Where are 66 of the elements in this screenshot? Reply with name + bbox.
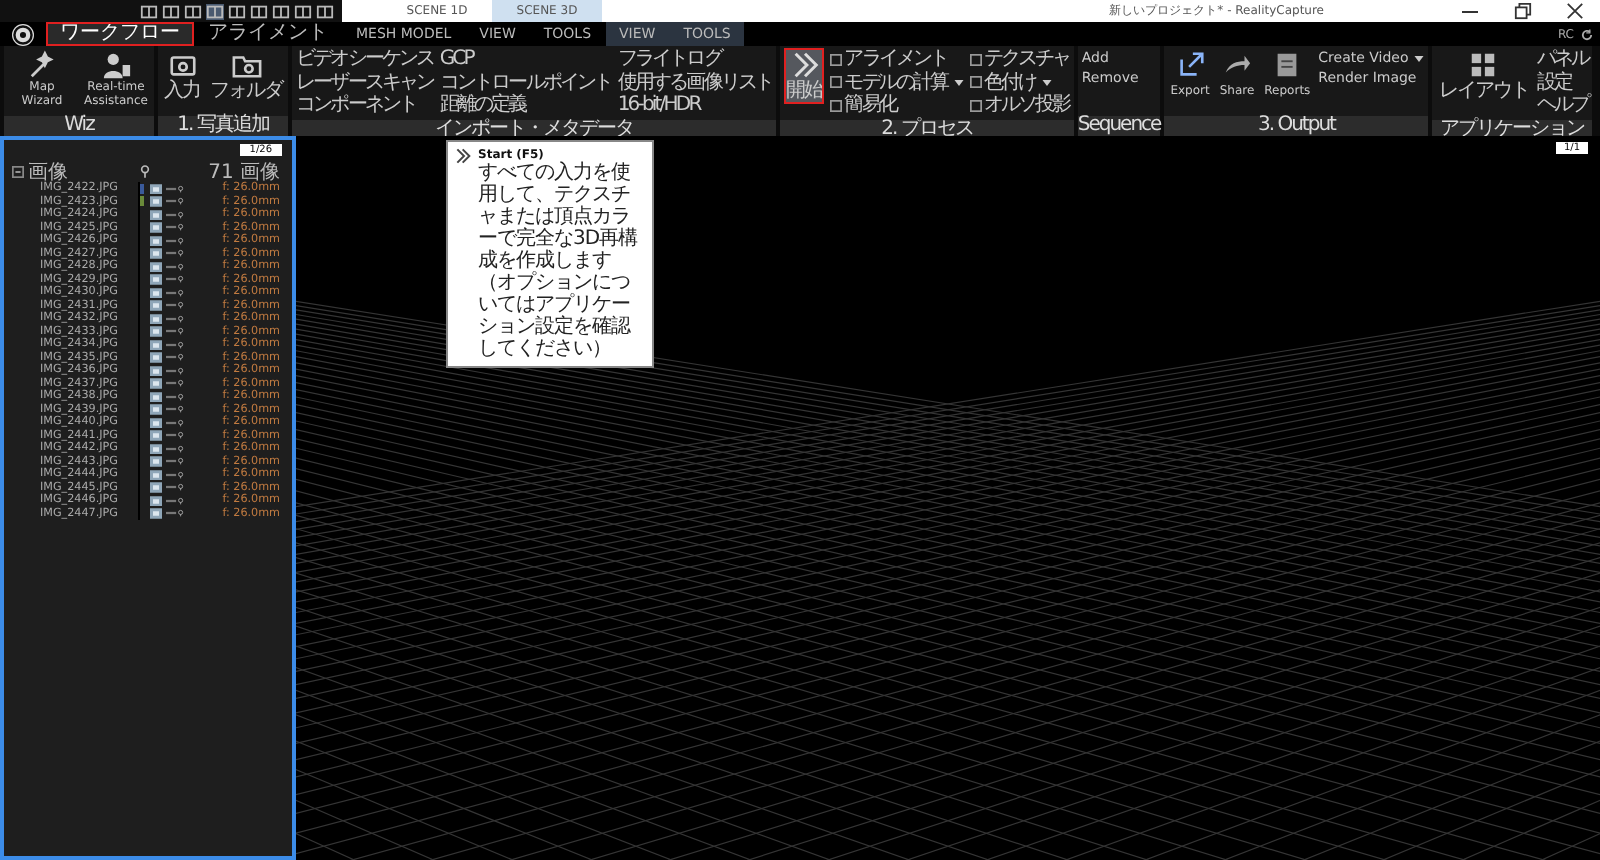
caret-icon — [953, 79, 964, 86]
caret-icon — [1414, 55, 1425, 61]
close-icon — [1565, 2, 1583, 20]
caret-icon — [1041, 79, 1052, 86]
square-icon — [830, 99, 843, 112]
group-label: 1. 写真追加 — [158, 116, 288, 136]
ribbon-button[interactable]: モデルの計算 — [830, 71, 964, 94]
refresh-icon[interactable] — [1580, 27, 1594, 41]
ribbon-button[interactable]: コンポーネント — [296, 94, 434, 117]
ribbon-button[interactable]: コントロールポイント — [439, 71, 612, 94]
minimize-icon — [1462, 9, 1478, 13]
layout-icon[interactable] — [184, 3, 202, 19]
tree-root-label: 画像 — [28, 159, 68, 183]
image-count: 71 画像 — [208, 159, 280, 183]
ribbon-tab[interactable]: アライメント — [194, 22, 342, 46]
layout-icon[interactable] — [316, 3, 334, 19]
ribbon-button[interactable]: レイアウト — [1436, 48, 1531, 104]
ribbon-button[interactable]: アライメント — [830, 48, 964, 71]
layout-icon[interactable] — [228, 3, 246, 19]
square-icon — [830, 76, 843, 89]
square-icon — [830, 53, 843, 66]
ribbon-button[interactable]: 色付け — [969, 71, 1070, 94]
group-label: Sequence — [1077, 116, 1161, 136]
double-chevron-icon — [456, 148, 472, 164]
person-icon — [101, 50, 131, 80]
group-label: 2. プロセス — [780, 119, 1074, 139]
ribbon-button[interactable]: テクスチャ — [969, 48, 1070, 71]
group-label: Wiz — [4, 116, 154, 136]
ribbon-button[interactable]: オルソ投影 — [969, 94, 1070, 117]
restore-icon — [1513, 2, 1531, 20]
square-icon — [969, 53, 982, 66]
pin-icon — [140, 164, 150, 178]
ribbon-button[interactable]: フォルダ — [208, 48, 284, 104]
input-icon — [167, 50, 197, 80]
ribbon-button[interactable]: ビデオシーケンス — [296, 48, 434, 71]
ribbon-button[interactable]: 距離の定義 — [439, 94, 612, 117]
ribbon-button[interactable]: 開始 — [784, 48, 825, 104]
square-icon — [969, 76, 982, 89]
wand-icon — [27, 50, 57, 80]
ribbon-button[interactable]: 設定 — [1536, 71, 1589, 94]
ribbon-button[interactable]: フライトログ — [617, 48, 773, 71]
layout-icon[interactable] — [294, 3, 312, 19]
play-icon — [789, 50, 820, 80]
export-icon — [1175, 50, 1205, 80]
layout-icon[interactable] — [272, 3, 290, 19]
group-label: 3. Output — [1164, 116, 1429, 136]
tooltip-text: すべての入力を使用して、テクスチャまたは頂点カラーで完全な3D再構成を作成します（オプションについてはアプリケーション設定を確認してください） — [478, 162, 640, 360]
ribbon-button[interactable]: ヘルプ — [1536, 94, 1589, 117]
ribbon-button[interactable]: レーザースキャン — [296, 71, 434, 94]
grid-icon — [1468, 50, 1499, 80]
ribbon-button[interactable]: 16-bit/HDR — [617, 94, 773, 117]
ribbon-button[interactable]: 入力 — [162, 48, 202, 104]
ribbon-button[interactable]: 簡易化 — [830, 94, 964, 117]
layout-icon[interactable] — [250, 3, 268, 19]
ribbon-button[interactable]: パネル — [1536, 48, 1589, 71]
collapse-toggle[interactable] — [12, 165, 24, 177]
ribbon-button[interactable]: GCP — [439, 48, 612, 71]
square-icon — [969, 99, 982, 112]
layout-icon[interactable] — [140, 3, 158, 19]
ribbon-tab[interactable]: ワークフロー — [46, 22, 194, 46]
ribbon-button[interactable]: 使用する画像リスト — [617, 71, 773, 94]
group-label: インポート・メタデータ — [292, 119, 777, 139]
folder-icon — [231, 50, 261, 80]
group-label: アプリケーション — [1432, 119, 1593, 139]
layout-icon[interactable] — [206, 3, 224, 19]
layout-icon[interactable] — [162, 3, 180, 19]
